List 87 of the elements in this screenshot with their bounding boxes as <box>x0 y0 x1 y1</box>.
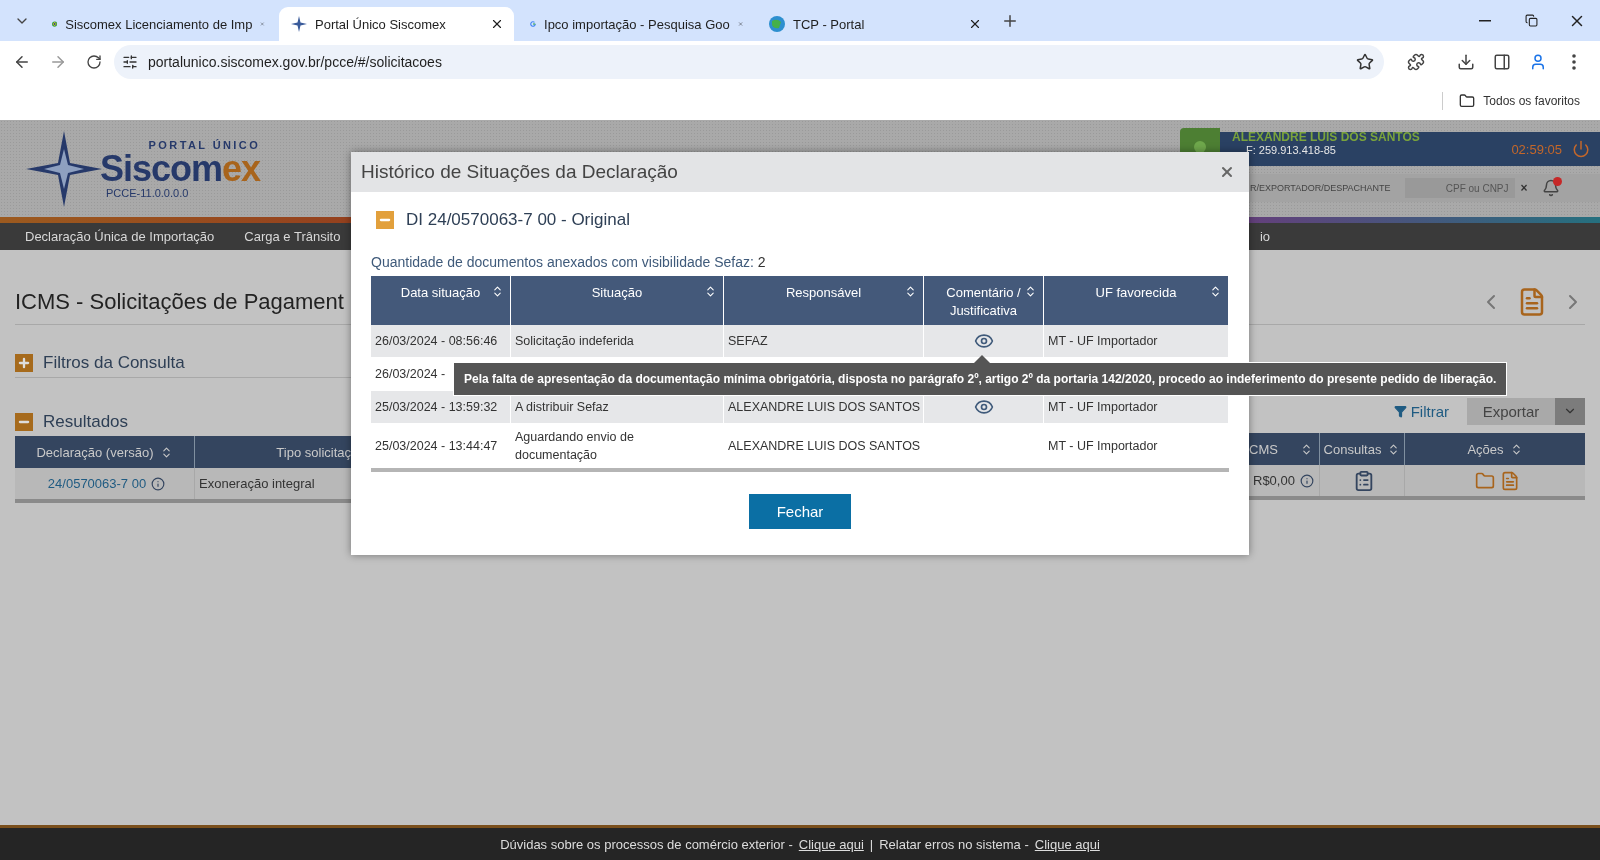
browser-tab[interactable]: TCP - Portal <box>757 7 992 41</box>
table-cell-text: ALEXANDRE LUIS DOS SANTOS <box>728 437 921 455</box>
site-settings-icon[interactable] <box>122 53 138 70</box>
session-timer: 02:59:05 <box>1511 141 1562 157</box>
sort-icon[interactable] <box>1024 285 1037 298</box>
footer-link[interactable]: Clique aqui <box>1034 836 1100 852</box>
filter-icon <box>1393 404 1407 418</box>
eye-icon <box>973 397 994 417</box>
sort-icon[interactable] <box>1300 442 1313 456</box>
nav-item[interactable]: Declaração Única de Importação <box>25 229 215 244</box>
nav-item[interactable]: io <box>1259 229 1270 244</box>
table-cell-text: Exoneração integral <box>198 475 316 493</box>
nav-item[interactable]: Carga e Trânsito <box>244 229 341 244</box>
bell-icon[interactable] <box>1541 179 1560 197</box>
close-icon <box>1219 164 1235 180</box>
browser-tab[interactable]: Portal Único Siscomex <box>279 7 514 41</box>
clipboard-icon[interactable] <box>1353 469 1375 492</box>
restore-icon <box>1524 14 1538 27</box>
browser-tab[interactable]: Siscomex Licenciamento de Imp <box>40 7 275 41</box>
document-search-field[interactable]: CPF ou CNPJ <box>1404 178 1515 198</box>
version-label: PCCE-11.0.0.0.0 <box>105 186 190 199</box>
address-bar[interactable]: portalunico.siscomex.gov.br/pcce/#/solicitacoes <box>114 44 1384 79</box>
side-panel-icon <box>1493 52 1511 71</box>
declaration-link[interactable]: 24/0570063-7 00 <box>47 476 147 491</box>
plus-icon <box>17 356 31 370</box>
view-comment-button[interactable] <box>973 331 994 351</box>
bookmarks-folder[interactable]: Todos os favoritos <box>1442 92 1586 110</box>
table-cell-text: 26/03/2024 - 08:56:46 <box>375 333 498 350</box>
column-header[interactable]: Ações <box>1405 433 1585 465</box>
table-cell-text: Aguardando envio de documentação <box>515 428 635 464</box>
view-comment-button[interactable] <box>973 397 994 417</box>
footer-link[interactable]: Clique aqui <box>798 836 864 852</box>
table-cell-text: SEFAZ <box>728 333 768 350</box>
star-icon <box>291 16 307 32</box>
table-cell-text: MT - UF Importador <box>1048 437 1158 455</box>
footer-text: Relatar erros no sistema - <box>879 836 1029 852</box>
filter-link[interactable]: Filtrar <box>1393 402 1449 420</box>
attachments-count-text: Quantidade de documentos anexados com visibilidade Sefaz: 2 <box>371 254 767 270</box>
sort-icon[interactable] <box>1209 285 1222 298</box>
table-cell-text: 25/03/2024 - 13:44:47 <box>375 437 498 455</box>
clear-button[interactable]: × <box>1520 181 1528 195</box>
menu-icon <box>1572 53 1576 70</box>
collapse-button[interactable] <box>15 413 33 431</box>
table-cell-text: MT - UF Importador <box>1048 399 1158 416</box>
tooltip-arrow <box>974 355 990 363</box>
export-dropdown-button[interactable] <box>1555 397 1585 425</box>
column-header[interactable]: Tipo solicitaç <box>195 436 351 468</box>
puzzle-icon <box>1407 52 1425 71</box>
logo-wordmark: Siscomex <box>100 150 261 187</box>
info-icon[interactable] <box>151 476 166 491</box>
expand-button[interactable] <box>15 354 33 372</box>
power-icon[interactable] <box>1572 140 1590 158</box>
sort-icon[interactable] <box>904 285 917 298</box>
close-icon[interactable] <box>490 17 504 31</box>
dialog-title: Histórico de Situações da Declaração <box>361 161 678 183</box>
table-cell-text: 26/03/2024 - <box>375 366 446 383</box>
bookmark-star-icon[interactable] <box>1356 52 1374 71</box>
section-title: Resultados <box>43 412 129 432</box>
close-dialog-button[interactable]: Fechar <box>749 494 851 529</box>
globe-icon <box>769 16 785 32</box>
user-name: ALEXANDRE LUIS DOS SANTOS <box>1232 130 1421 144</box>
browser-tab[interactable]: Ipco importação - Pesquisa Goo <box>518 7 753 41</box>
close-icon[interactable] <box>968 17 982 31</box>
table-cell-text: MT - UF Importador <box>1048 333 1158 350</box>
separator-text: | <box>869 836 874 852</box>
info-icon[interactable] <box>1299 473 1314 488</box>
table-cell-text: ALEXANDRE LUIS DOS SANTOS <box>728 399 921 416</box>
folder-icon <box>1459 93 1476 109</box>
sort-icon[interactable] <box>491 285 504 298</box>
table-cell-text: Solicitação indeferida <box>515 333 634 350</box>
export-button[interactable]: Exportar <box>1467 397 1555 425</box>
reload-icon <box>86 53 102 70</box>
user-profile: R/EXPORTADOR/DESPACHANTE <box>1250 183 1391 193</box>
download-icon <box>1457 52 1475 71</box>
page-title: ICMS - Solicitações de Pagament <box>15 289 344 315</box>
minimize-icon <box>1479 19 1491 22</box>
section-title: Filtros da Consulta <box>43 353 185 373</box>
sort-icon[interactable] <box>704 285 717 298</box>
table-cell-text: 25/03/2024 - 13:59:32 <box>375 399 498 416</box>
logo-caption: PORTAL ÚNICO <box>147 138 261 151</box>
person-icon <box>1529 52 1547 71</box>
url-text: portalunico.siscomex.gov.br/pcce/#/solicitacoes <box>148 53 443 70</box>
table-cell-text: A distribuir Sefaz <box>515 399 609 416</box>
section-title: DI 24/0570063-7 00 - Original <box>406 210 630 230</box>
eye-icon <box>973 331 994 351</box>
footer-text: Dúvidas sobre os processos de comércio exterior - <box>500 836 793 852</box>
amount-text: R$0,00 <box>1253 473 1295 488</box>
